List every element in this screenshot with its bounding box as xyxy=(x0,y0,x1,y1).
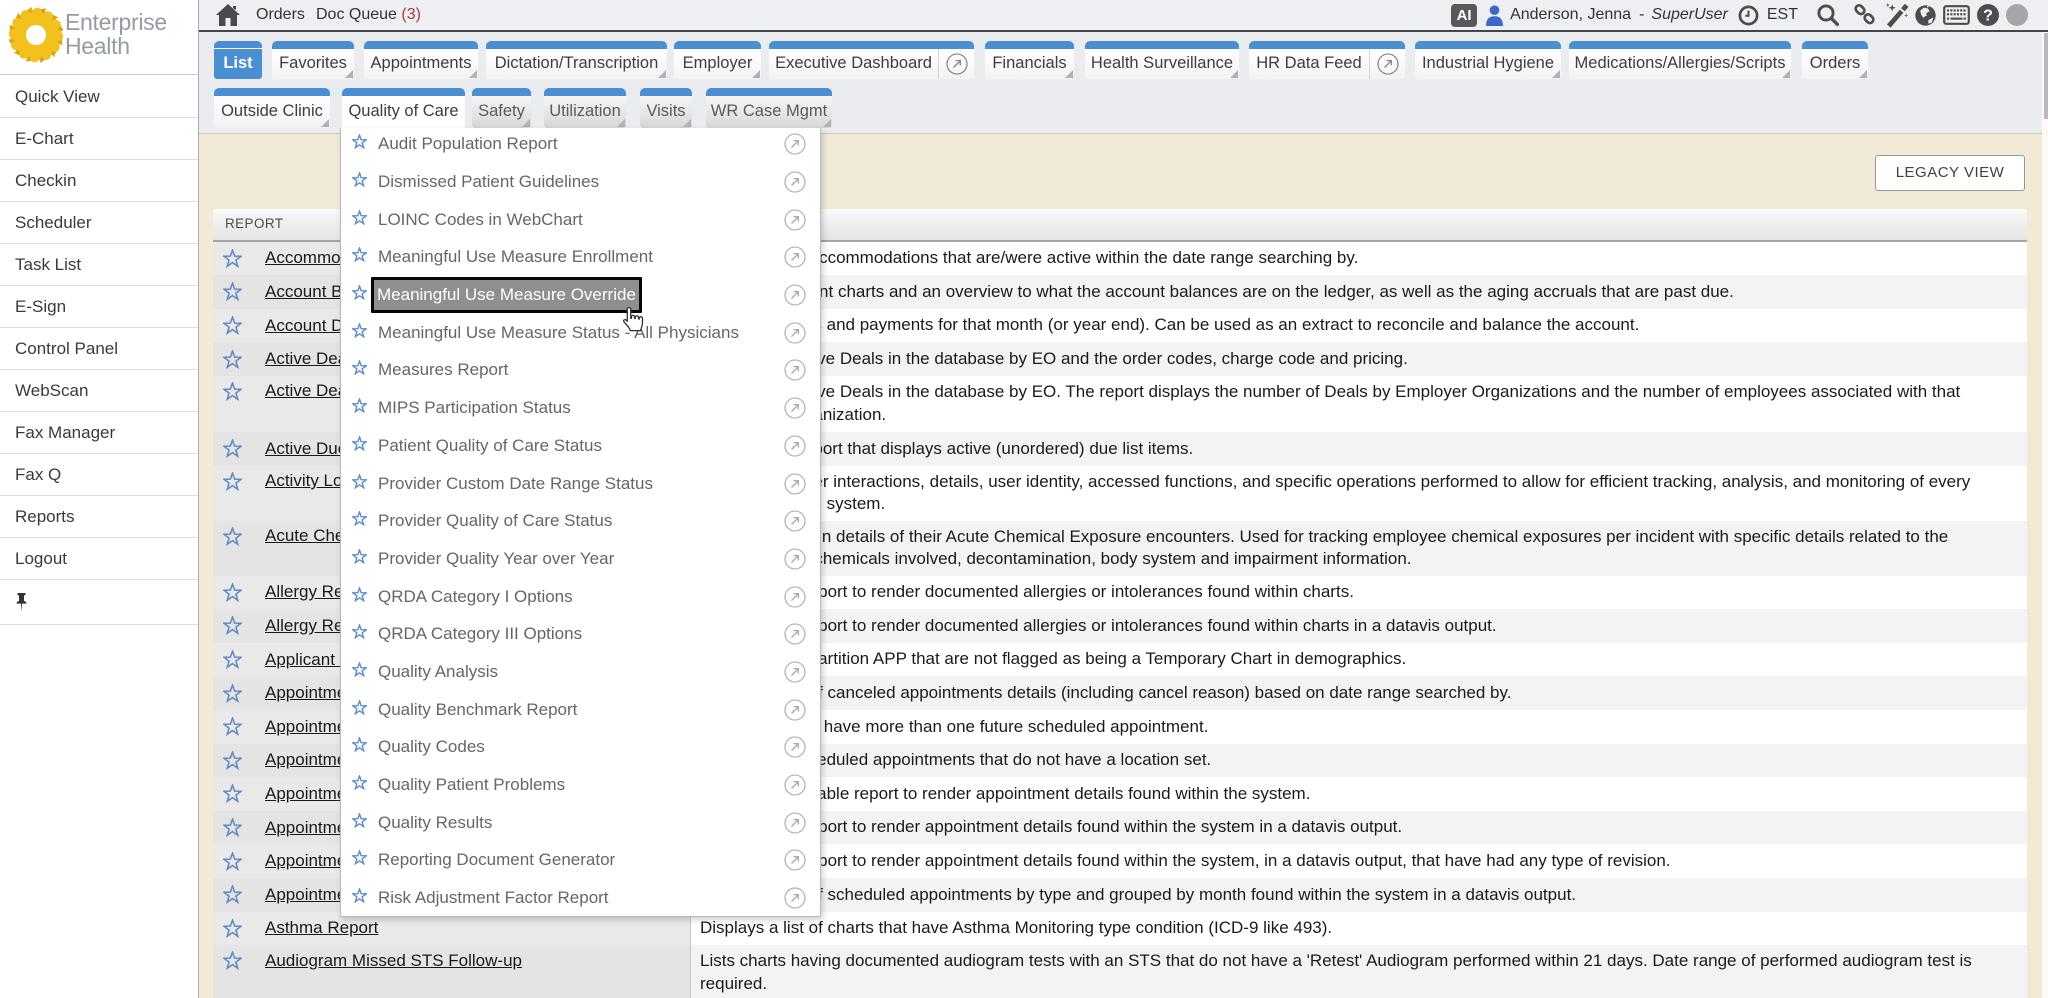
svg-text:?: ? xyxy=(1983,8,1993,25)
